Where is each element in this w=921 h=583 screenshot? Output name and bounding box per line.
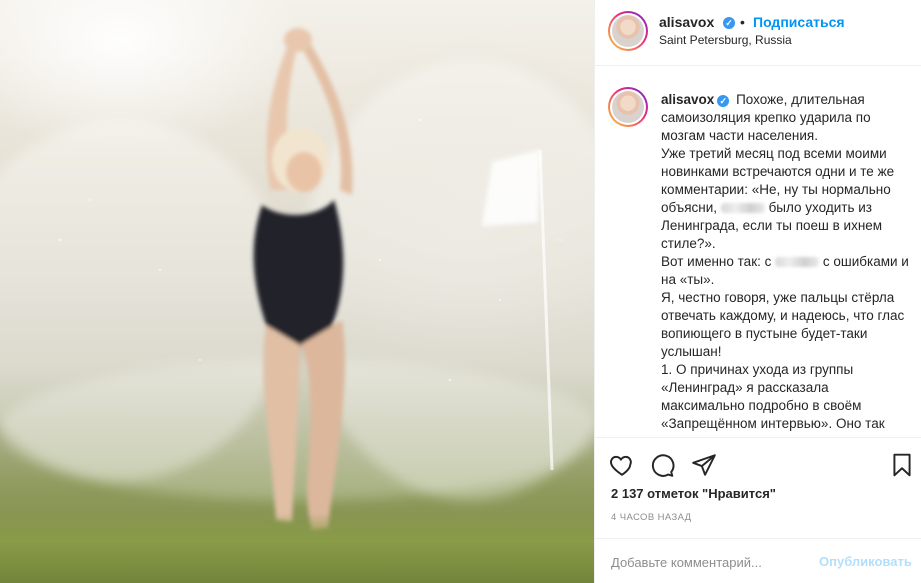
- avatar[interactable]: [608, 11, 648, 51]
- blurred-word: [720, 203, 765, 213]
- follow-button[interactable]: Подписаться: [753, 14, 845, 30]
- comment-bar: Опубликовать: [595, 538, 921, 583]
- caption-line-6: Я, честно говоря, уже пальцы стёрла отве…: [661, 290, 905, 359]
- post-header: alisavox ✓ • Подписаться Saint Petersbur…: [595, 0, 921, 66]
- caption-line-7: 1. О причинах ухода из группы «Ленинград…: [661, 362, 885, 431]
- location-link[interactable]: Saint Petersburg, Russia: [659, 33, 792, 47]
- verified-badge-icon: ✓: [723, 17, 735, 29]
- caption-area: alisavox ✓ Похоже, длительная самоизоляци…: [595, 67, 921, 437]
- caption-username[interactable]: alisavox: [661, 92, 714, 107]
- blurred-word: [775, 257, 820, 267]
- post-timestamp[interactable]: 4 ЧАСОВ НАЗАД: [611, 512, 692, 523]
- caption-avatar[interactable]: [608, 87, 648, 127]
- share-icon[interactable]: [691, 452, 717, 478]
- caption-text: alisavox ✓ Похоже, длительная самоизоляци…: [661, 91, 913, 433]
- likes-count[interactable]: 2 137 отметок "Нравится": [611, 486, 776, 501]
- post-photo[interactable]: [0, 0, 594, 583]
- header-username[interactable]: alisavox: [659, 14, 714, 30]
- post-side-panel: alisavox ✓ • Подписаться Saint Petersbur…: [594, 0, 921, 583]
- caption-line-4: Вот именно так: с: [661, 254, 772, 269]
- comment-input[interactable]: [611, 551, 811, 573]
- grass-foreground: [0, 513, 594, 583]
- sprinkler-mist-illustration: [0, 28, 594, 530]
- heart-icon[interactable]: [609, 452, 635, 478]
- comment-icon[interactable]: [649, 452, 675, 478]
- publish-button[interactable]: Опубликовать: [819, 554, 912, 569]
- bookmark-icon[interactable]: [889, 452, 915, 478]
- separator-dot: •: [740, 14, 745, 30]
- verified-badge-icon: ✓: [717, 95, 730, 107]
